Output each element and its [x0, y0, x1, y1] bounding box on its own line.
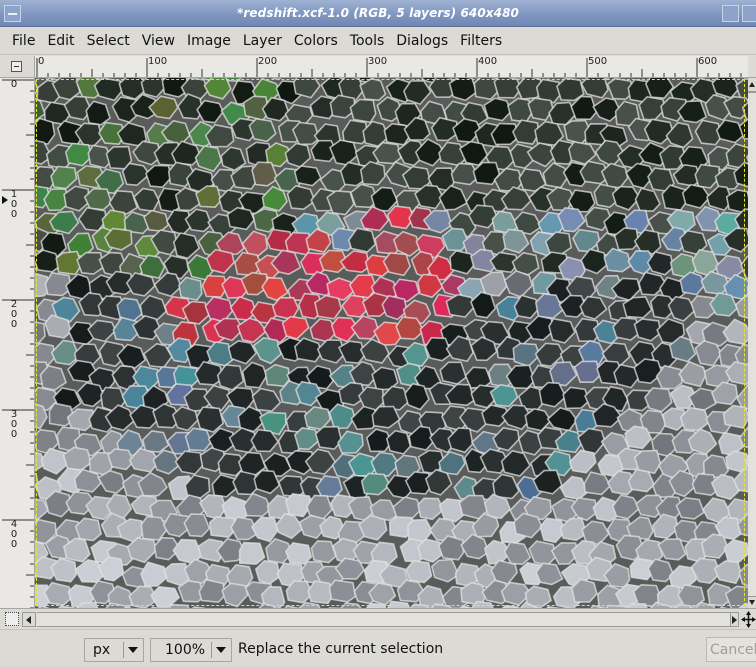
- mosaic-tile: [178, 276, 203, 301]
- vruler-label: 0: [10, 79, 18, 90]
- hruler-label: 100: [148, 56, 168, 67]
- ruler-end: [748, 56, 756, 78]
- hruler-label: 0: [38, 56, 45, 67]
- status-message: Replace the current selection: [238, 641, 444, 657]
- chevron-down-icon[interactable]: [128, 647, 138, 653]
- mosaic-tile: [405, 559, 433, 584]
- close-button[interactable]: [742, 5, 756, 22]
- mosaic-tile: [103, 227, 133, 251]
- unit-label: px: [93, 642, 111, 658]
- ruler-corner[interactable]: [0, 56, 35, 78]
- hruler-label: 600: [698, 56, 718, 67]
- mosaic-tile: [107, 448, 135, 471]
- hruler-label: 400: [478, 56, 498, 67]
- window-title: *redshift.xcf-1.0 (RGB, 5 layers) 640x48…: [237, 6, 519, 20]
- maximize-button[interactable]: [722, 5, 739, 22]
- mosaic-tile: [284, 542, 313, 565]
- quick-mask-toggle-icon[interactable]: [5, 612, 19, 626]
- menu-image[interactable]: Image: [181, 27, 237, 55]
- horizontal-scrollbar-row: [0, 608, 756, 629]
- mosaic-tile: [183, 513, 211, 538]
- scroll-down-arrow-icon[interactable]: [748, 597, 756, 608]
- hruler-label: 500: [588, 56, 608, 67]
- image-menu-icon[interactable]: [11, 61, 22, 72]
- mosaic-tile: [314, 425, 343, 450]
- unit-separator: [123, 642, 124, 658]
- menu-tools[interactable]: Tools: [344, 27, 391, 55]
- unit-selector[interactable]: px: [84, 638, 144, 662]
- hruler-label: 200: [258, 56, 278, 67]
- menu-file[interactable]: File: [6, 27, 41, 55]
- gimp-image-window: *redshift.xcf-1.0 (RGB, 5 layers) 640x48…: [0, 0, 756, 667]
- zoom-separator: [211, 642, 212, 658]
- vruler-label: 300: [10, 409, 18, 440]
- scroll-left-arrow-icon[interactable]: [22, 612, 36, 627]
- mosaic-tile: [248, 117, 277, 143]
- hruler-label: 300: [368, 56, 388, 67]
- mosaic-tile: [271, 296, 300, 321]
- mosaic-tile: [76, 251, 105, 275]
- menu-edit[interactable]: Edit: [41, 27, 80, 55]
- vruler-pointer-marker: [2, 196, 8, 204]
- image-canvas[interactable]: [35, 78, 748, 608]
- menu-colors[interactable]: Colors: [288, 27, 344, 55]
- menu-view[interactable]: View: [136, 27, 181, 55]
- pointer-coordinates: [0, 630, 84, 667]
- cancel-label: Cancel: [710, 642, 756, 658]
- vertical-scroll-thumb[interactable]: [748, 92, 756, 597]
- horizontal-ruler-ticks: [36, 58, 742, 77]
- zoom-selector[interactable]: 100%: [150, 638, 232, 662]
- cancel-button[interactable]: Cancel: [706, 637, 756, 662]
- menu-dialogs[interactable]: Dialogs: [390, 27, 454, 55]
- chevron-down-icon[interactable]: [216, 647, 226, 653]
- title-bar[interactable]: *redshift.xcf-1.0 (RGB, 5 layers) 640x48…: [0, 0, 756, 27]
- mosaic-tile: [238, 541, 266, 565]
- horizontal-ruler[interactable]: 0 100 200 300 400 500 600: [35, 56, 748, 78]
- mosaic-filtered-photo: [35, 78, 748, 608]
- zoom-value[interactable]: 100%: [165, 642, 205, 658]
- mosaic-tile: [328, 579, 357, 603]
- menu-select[interactable]: Select: [81, 27, 136, 55]
- navigate-icon[interactable]: [741, 611, 756, 628]
- mosaic-tile: [573, 360, 602, 384]
- scroll-right-arrow-icon[interactable]: [730, 612, 739, 627]
- mosaic-tile: [439, 361, 468, 385]
- menu-filters[interactable]: Filters: [454, 27, 508, 55]
- mosaic-tile: [184, 427, 213, 452]
- mosaic-tile: [310, 540, 337, 564]
- status-bar: px 100% Replace the current selection Ca…: [0, 629, 756, 667]
- vertical-scrollbar[interactable]: [748, 78, 756, 608]
- scroll-up-arrow-icon[interactable]: [748, 78, 756, 92]
- mosaic-tile: [143, 209, 170, 232]
- horizontal-scroll-thumb[interactable]: [37, 612, 730, 627]
- vertical-ruler[interactable]: 0 100 200 300 400: [0, 78, 35, 608]
- menubar: File Edit Select View Image Layer Colors…: [0, 27, 756, 55]
- vruler-label: 400: [10, 519, 18, 550]
- mosaic-tile: [264, 363, 291, 388]
- menu-layer[interactable]: Layer: [237, 27, 288, 55]
- vruler-label: 200: [10, 299, 18, 330]
